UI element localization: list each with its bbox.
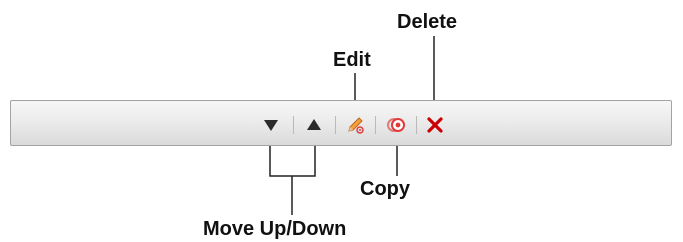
toolbar-separator: [375, 116, 376, 134]
move-bracket-line: [269, 146, 316, 177]
toolbar-separator: [416, 116, 417, 134]
close-icon: [427, 117, 443, 133]
toolbar-separator: [335, 116, 336, 134]
copy-icon: [387, 118, 405, 132]
move-up-button[interactable]: [304, 115, 324, 135]
triangle-down-icon: [264, 120, 278, 131]
triangle-up-icon: [307, 119, 321, 130]
toolbar-separator: [293, 116, 294, 134]
edit-button[interactable]: [345, 115, 365, 135]
pencil-icon: [348, 117, 364, 134]
move-down-button[interactable]: [261, 115, 281, 135]
toolbar: [10, 100, 672, 146]
copy-button[interactable]: [386, 115, 406, 135]
delete-button[interactable]: [425, 115, 445, 135]
